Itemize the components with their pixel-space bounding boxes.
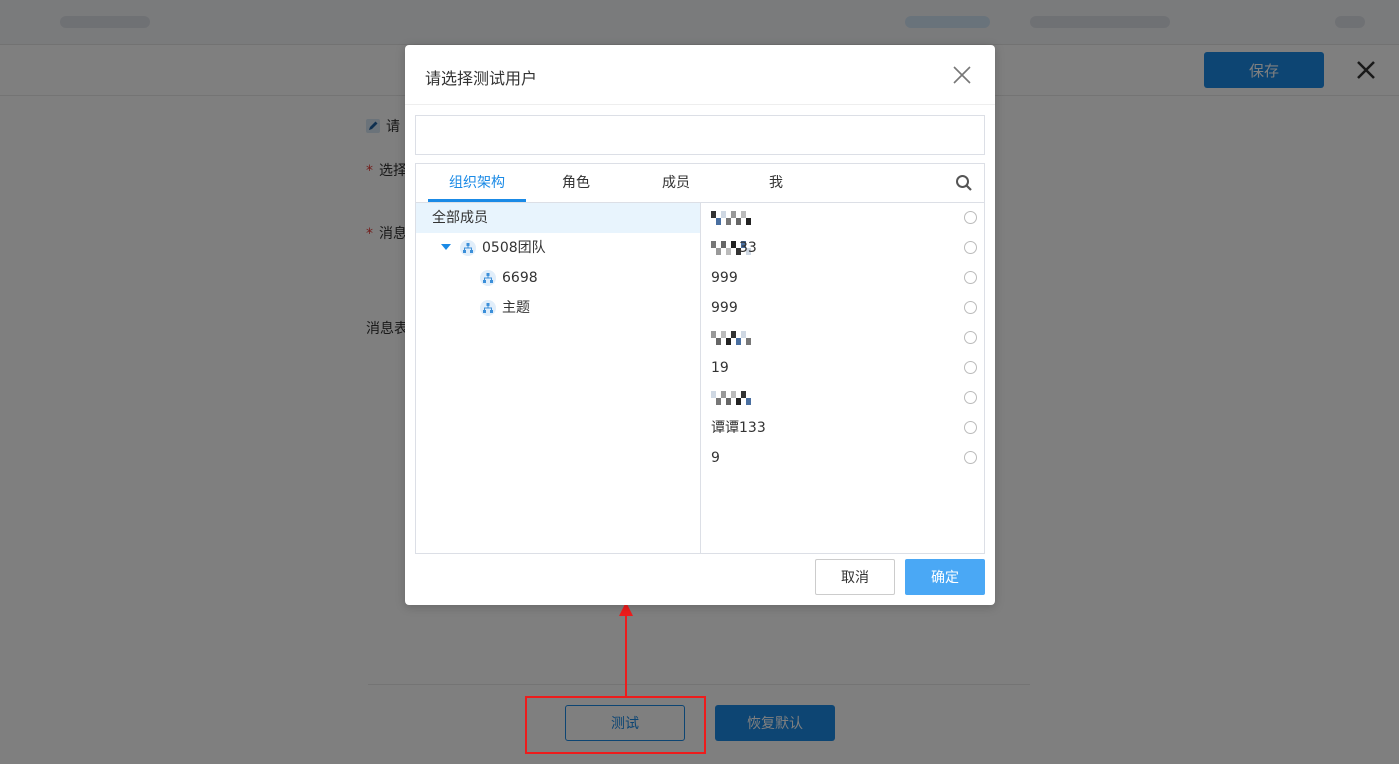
org-tree-icon bbox=[480, 300, 496, 316]
member-row[interactable]: 999 bbox=[701, 263, 984, 293]
tree-item-child-label: 6698 bbox=[502, 270, 538, 286]
tab-org-structure[interactable]: 组织架构 bbox=[428, 164, 526, 202]
member-radio[interactable] bbox=[964, 211, 977, 224]
tree-item-child-label: 主题 bbox=[502, 300, 530, 316]
member-row[interactable]: 999 bbox=[701, 293, 984, 323]
annotation-arrow-icon bbox=[619, 602, 633, 697]
tab-roles[interactable]: 角色 bbox=[528, 164, 624, 202]
member-row[interactable] bbox=[701, 383, 984, 413]
picker-tabs: 组织架构 角色 成员 我 bbox=[416, 164, 984, 203]
obscured-name bbox=[711, 331, 751, 345]
cancel-button[interactable]: 取消 bbox=[815, 559, 895, 595]
caret-down-icon[interactable] bbox=[441, 244, 451, 250]
tree-item-all-members[interactable]: 全部成员 bbox=[416, 203, 700, 233]
tree-item-child[interactable]: 主题 bbox=[416, 293, 700, 323]
org-tree-icon bbox=[480, 270, 496, 286]
tab-members[interactable]: 成员 bbox=[628, 164, 724, 202]
obscured-name bbox=[711, 391, 751, 405]
annotation-highlight-box bbox=[525, 696, 706, 754]
tab-me[interactable]: 我 bbox=[728, 164, 824, 202]
member-row[interactable] bbox=[701, 323, 984, 353]
member-name: 999 bbox=[711, 270, 738, 286]
member-list-pane: 33 999 999 19 谭谭133 9 bbox=[701, 203, 984, 553]
close-icon[interactable] bbox=[951, 64, 973, 86]
member-row[interactable] bbox=[701, 203, 984, 233]
member-radio[interactable] bbox=[964, 391, 977, 404]
member-row[interactable]: 谭谭133 bbox=[701, 413, 984, 443]
tree-item-team-label: 0508团队 bbox=[482, 240, 546, 256]
member-radio[interactable] bbox=[964, 421, 977, 434]
member-name: 33 bbox=[739, 240, 757, 256]
member-name: 谭谭133 bbox=[711, 420, 766, 436]
member-radio[interactable] bbox=[964, 331, 977, 344]
obscured-name bbox=[711, 211, 751, 225]
member-row[interactable]: 33 bbox=[701, 233, 984, 263]
member-radio[interactable] bbox=[964, 241, 977, 254]
org-tree-icon bbox=[460, 240, 476, 256]
user-picker: 组织架构 角色 成员 我 全部成员 0508团队 6698 主题 33 999 … bbox=[415, 163, 985, 554]
member-radio[interactable] bbox=[964, 271, 977, 284]
confirm-button[interactable]: 确定 bbox=[905, 559, 985, 595]
selected-users-box[interactable] bbox=[415, 115, 985, 155]
member-radio[interactable] bbox=[964, 361, 977, 374]
member-radio[interactable] bbox=[964, 301, 977, 314]
dialog-header: 请选择测试用户 bbox=[405, 45, 995, 105]
member-row[interactable]: 9 bbox=[701, 443, 984, 473]
member-name: 19 bbox=[711, 360, 729, 376]
member-name: 999 bbox=[711, 300, 738, 316]
tree-item-child[interactable]: 6698 bbox=[416, 263, 700, 293]
select-test-user-dialog: 请选择测试用户 组织架构 角色 成员 我 全部成员 0508团队 6698 主题… bbox=[405, 45, 995, 605]
tree-item-team[interactable]: 0508团队 bbox=[416, 233, 700, 263]
org-tree-pane: 全部成员 0508团队 6698 主题 bbox=[416, 203, 701, 553]
search-icon[interactable] bbox=[955, 174, 973, 192]
dialog-title: 请选择测试用户 bbox=[425, 69, 538, 88]
member-radio[interactable] bbox=[964, 451, 977, 464]
member-row[interactable]: 19 bbox=[701, 353, 984, 383]
member-name: 9 bbox=[711, 450, 720, 466]
